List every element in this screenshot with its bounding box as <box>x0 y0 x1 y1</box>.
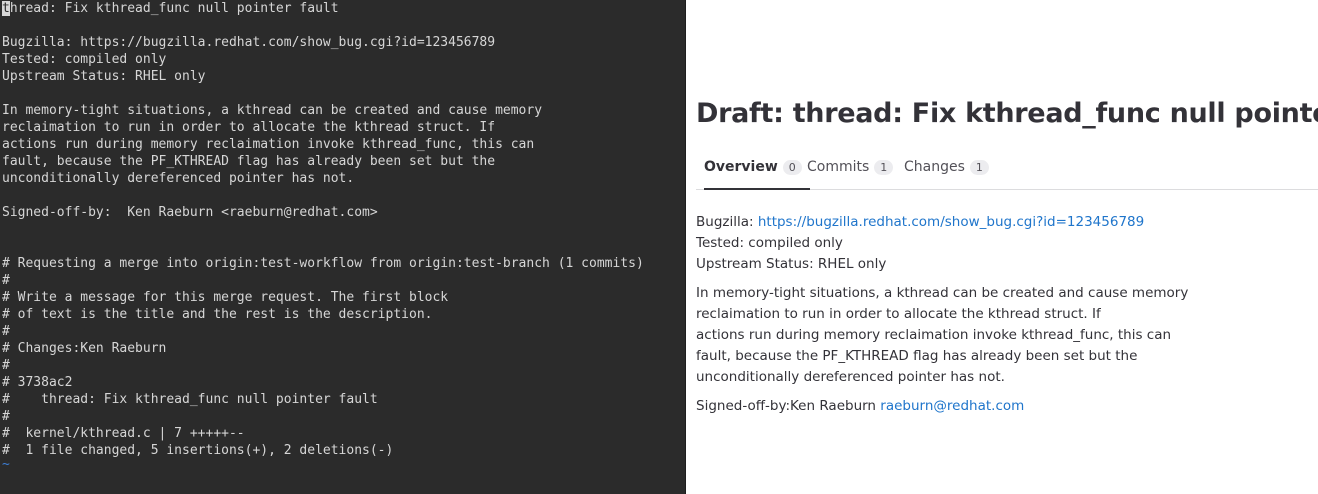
description-line: fault, because the PF_KTHREAD flag has a… <box>696 348 1138 364</box>
merge-request-page: Draft: thread: Fix kthread_func null poi… <box>686 0 1318 494</box>
terminal-line-text: hread: Fix kthread_func null pointer fau… <box>9 1 339 16</box>
terminal-line: reclaimation to run in order to allocate… <box>2 120 496 135</box>
tested-text: Tested: compiled only <box>696 235 843 251</box>
tab-label: Commits <box>807 159 870 175</box>
terminal-line: unconditionally dereferenced pointer has… <box>2 171 355 186</box>
description-line: actions run during memory reclaimation i… <box>696 327 1172 343</box>
bugzilla-link[interactable]: https://bugzilla.redhat.com/show_bug.cgi… <box>758 214 1144 230</box>
tab-changes[interactable]: Changes 1 <box>904 146 989 188</box>
terminal-line: # of text is the title and the rest is t… <box>2 307 433 322</box>
terminal-line: In memory-tight situations, a kthread ca… <box>2 103 543 118</box>
terminal-line: # <box>2 409 10 424</box>
description-line: reclaimation to run in order to allocate… <box>696 306 1101 322</box>
terminal-line: Signed-off-by: Ken Raeburn <raeburn@redh… <box>2 205 378 220</box>
tab-overview[interactable]: Overview 0 <box>704 146 810 190</box>
description-paragraph: In memory-tight situations, a kthread ca… <box>696 283 1188 388</box>
metadata-block: Bugzilla: https://bugzilla.redhat.com/sh… <box>696 212 1188 275</box>
terminal-line: Upstream Status: RHEL only <box>2 69 206 84</box>
count-badge: 0 <box>782 159 802 175</box>
terminal-line: # <box>2 324 10 339</box>
terminal-line: # 1 file changed, 5 insertions(+), 2 del… <box>2 443 394 458</box>
terminal-line: # Changes:Ken Raeburn <box>2 341 167 356</box>
description-line: In memory-tight situations, a kthread ca… <box>696 285 1189 301</box>
tab-label: Overview <box>704 159 778 175</box>
terminal-line: # Write a message for this merge request… <box>2 290 449 305</box>
terminal-line: # <box>2 273 10 288</box>
terminal-line: fault, because the PF_KTHREAD flag has a… <box>2 154 496 169</box>
bugzilla-label: Bugzilla: <box>696 214 758 230</box>
terminal-line: # 3738ac2 <box>2 375 73 390</box>
upstream-status-text: Upstream Status: RHEL only <box>696 256 887 272</box>
tab-label: Changes <box>904 159 965 175</box>
signoff-email-link[interactable]: raeburn@redhat.com <box>880 398 1024 414</box>
terminal-line: actions run during memory reclaimation i… <box>2 137 535 152</box>
terminal-line: # Requesting a merge into origin:test-wo… <box>2 256 644 271</box>
tab-bar: Overview 0 Commits 1 Changes 1 <box>696 146 1318 190</box>
page-title: Draft: thread: Fix kthread_func null poi… <box>696 98 1318 129</box>
empty-line-marker: ~ <box>2 457 10 472</box>
tab-commits[interactable]: Commits 1 <box>807 146 894 188</box>
terminal-line: # thread: Fix kthread_func null pointer … <box>2 392 378 407</box>
description-line: unconditionally dereferenced pointer has… <box>696 369 1005 385</box>
count-badge: 1 <box>874 159 894 175</box>
terminal-line: Tested: compiled only <box>2 52 167 67</box>
terminal-line: thread: Fix kthread_func null pointer fa… <box>2 0 339 17</box>
terminal-line: Bugzilla: https://bugzilla.redhat.com/sh… <box>2 35 496 50</box>
terminal-line: # kernel/kthread.c | 7 +++++-- <box>2 426 245 441</box>
mr-description: Bugzilla: https://bugzilla.redhat.com/sh… <box>696 212 1188 425</box>
terminal-editor[interactable]: thread: Fix kthread_func null pointer fa… <box>0 0 685 494</box>
signoff-label: Signed-off-by:Ken Raeburn <box>696 398 881 414</box>
signoff-line: Signed-off-by:Ken Raeburn raeburn@redhat… <box>696 396 1188 417</box>
terminal-line: # <box>2 358 10 373</box>
text-cursor: t <box>2 1 10 16</box>
count-badge: 1 <box>969 159 989 175</box>
